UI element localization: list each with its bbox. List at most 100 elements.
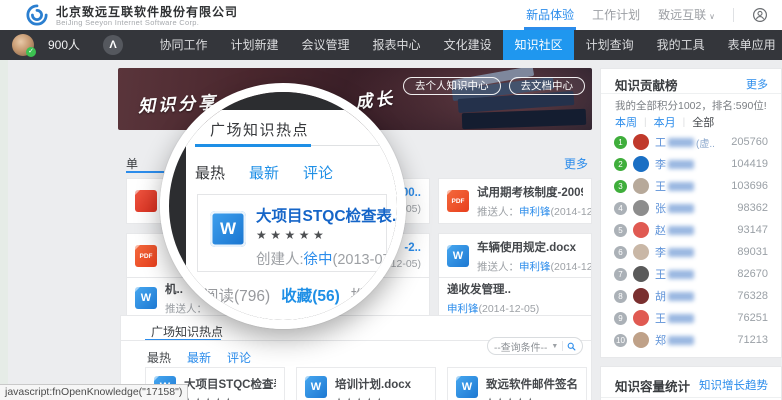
avatar xyxy=(633,288,649,304)
leaderboard-row[interactable]: 10 郑 71213 xyxy=(601,329,781,351)
doc-title[interactable]: 车辆使用规定.docx xyxy=(477,239,583,255)
avatar xyxy=(633,156,649,172)
user-name[interactable]: 工(虚.. xyxy=(655,134,725,150)
favorite-count[interactable]: 收藏(56) xyxy=(281,284,340,306)
query-condition-value: --查询条件-- xyxy=(494,339,547,354)
leaderboard-row[interactable]: 9 王 76251 xyxy=(601,307,781,329)
search-icon[interactable] xyxy=(567,341,576,352)
user-name[interactable]: 李 xyxy=(655,244,731,260)
nav-item-plan-query[interactable]: 计划查询 xyxy=(574,30,645,60)
leaderboard-row[interactable]: 1 工(虚.. 205760 xyxy=(601,131,781,153)
doc-title[interactable]: 递收发管理.. xyxy=(447,281,583,297)
rank-badge: 9 xyxy=(614,312,627,325)
magnified-doc-card[interactable]: W 大项目STQC检查表.doc ★★★★★ 创建人:徐中(2013-07-30 xyxy=(197,194,387,272)
doc-title[interactable]: 大项目STQC检查表.doc xyxy=(184,376,276,392)
nav-item-knowledge-community[interactable]: 知识社区 xyxy=(503,30,574,60)
main-navbar: ✓ 900人 Λ 协同工作 计划新建 会议管理 报表中心 文化建设 知识社区 计… xyxy=(0,30,782,60)
rank-badge: 5 xyxy=(614,224,627,237)
top-nav: 新品体验 工作计划 致远互联∨ xyxy=(526,0,768,30)
tab-all[interactable]: 全部 xyxy=(692,114,714,130)
online-count[interactable]: 900人 xyxy=(48,30,80,60)
rank-badge: 10 xyxy=(614,334,627,347)
pusher-name[interactable]: 申利锋 xyxy=(519,206,551,218)
score: 76328 xyxy=(737,290,768,302)
user-avatar[interactable]: ✓ xyxy=(12,34,34,56)
knowledge-card[interactable]: 递收发管理.. 申利锋(2014-12-05) xyxy=(438,277,592,319)
blurred-name xyxy=(668,226,694,235)
tab-this-week[interactable]: 本周 xyxy=(615,114,637,130)
doc-title[interactable]: 致远软件邮件签名格式（20... xyxy=(486,376,578,392)
user-name[interactable]: 胡 xyxy=(655,288,731,304)
blurred-name xyxy=(668,160,694,169)
caret-down-icon: ▼ xyxy=(551,343,558,350)
magnifier-overlay: 广场知识热点 最热 最新 评论 W 大项目STQC检查表.doc ★★★★★ 创… xyxy=(160,83,406,329)
plaza-doc-card[interactable]: W 致远软件邮件签名格式（20... ★★★★★ xyxy=(447,367,587,400)
leaderboard-more-link[interactable]: 更多 xyxy=(746,76,768,92)
mid-section-tab[interactable]: 单 xyxy=(126,155,138,172)
mid-more-link[interactable]: 更多 xyxy=(564,155,588,172)
user-name[interactable]: 王 xyxy=(655,178,725,194)
nav-item-form-app[interactable]: 表单应用 xyxy=(716,30,782,60)
doc-stars: ★★★★★ xyxy=(256,228,327,242)
leaderboard-row[interactable]: 6 李 89031 xyxy=(601,241,781,263)
tab-newest[interactable]: 最新 xyxy=(249,162,279,183)
score: 89031 xyxy=(737,246,768,258)
doc-title[interactable]: 大项目STQC检查表.doc xyxy=(256,204,397,226)
top-nav-work-plan[interactable]: 工作计划 xyxy=(592,0,640,30)
user-name[interactable]: 赵 xyxy=(655,222,731,238)
company-name-en: BeiJing Seeyon Internet Software Corp. xyxy=(56,18,199,27)
knowledge-card[interactable]: W 车辆使用规定.docx 推送人：申利锋(2014-12-05) xyxy=(438,233,592,279)
tab-newest[interactable]: 最新 xyxy=(187,349,211,366)
query-condition-select[interactable]: --查询条件-- ▼ xyxy=(487,337,583,355)
score: 93147 xyxy=(737,224,768,236)
leaderboard-row[interactable]: 2 李 104419 xyxy=(601,153,781,175)
nav-item-collaboration[interactable]: 协同工作 xyxy=(148,30,219,60)
knowledge-card[interactable]: PDF 试用期考核制度-2009年.. 推送人：申利锋(2014-12-05) xyxy=(438,178,592,224)
top-nav-new-experience[interactable]: 新品体验 xyxy=(526,0,574,30)
blurred-name xyxy=(668,138,694,147)
online-check-icon: ✓ xyxy=(26,47,36,57)
leaderboard-row[interactable]: 8 胡 76328 xyxy=(601,285,781,307)
doc-title[interactable]: 试用期考核制度-2009年.. xyxy=(477,184,583,200)
pusher-line: 推送人：申利锋(2014-12-05) xyxy=(477,259,583,274)
nav-item-plan-new[interactable]: 计划新建 xyxy=(219,30,290,60)
user-name[interactable]: 郑 xyxy=(655,332,731,348)
leaderboard-row[interactable]: 4 张 98362 xyxy=(601,197,781,219)
nav-item-meeting[interactable]: 会议管理 xyxy=(290,30,361,60)
nav-item-my-tools[interactable]: 我的工具 xyxy=(645,30,716,60)
leaderboard-row[interactable]: 7 王 82670 xyxy=(601,263,781,285)
nav-item-culture[interactable]: 文化建设 xyxy=(432,30,503,60)
tab-hottest[interactable]: 最热 xyxy=(195,162,225,183)
personal-knowledge-center-button[interactable]: 去个人知识中心 xyxy=(403,77,501,95)
user-name[interactable]: 张 xyxy=(655,200,731,216)
growth-trend-link[interactable]: 知识增长趋势 xyxy=(699,377,768,393)
knowledge-contribution-panel: 知识贡献榜 更多 我的全部积分1002，排名:590位! 本周 | 本月 | 全… xyxy=(600,68,782,358)
tab-hottest[interactable]: 最热 xyxy=(147,349,171,366)
user-name[interactable]: 李 xyxy=(655,156,725,172)
doc-stars: ★★★★★ xyxy=(335,396,427,400)
nav-item-report-center[interactable]: 报表中心 xyxy=(361,30,432,60)
doc-stars: ★★★★★ xyxy=(184,396,276,400)
pusher-name[interactable]: 申利锋 xyxy=(447,303,479,315)
pusher-name[interactable]: 申利锋 xyxy=(519,261,551,273)
tab-this-month[interactable]: 本月 xyxy=(654,114,676,130)
doc-title[interactable]: 培训计划.docx xyxy=(335,376,427,392)
tab-comments[interactable]: 评论 xyxy=(227,349,251,366)
user-name[interactable]: 王 xyxy=(655,266,731,282)
leaderboard-row[interactable]: 3 王 103696 xyxy=(601,175,781,197)
app-mark-icon[interactable]: Λ xyxy=(103,35,123,55)
user-name[interactable]: 王 xyxy=(655,310,731,326)
creator-name[interactable]: 徐中 xyxy=(304,252,333,268)
word-file-icon: W xyxy=(447,245,469,267)
pusher-line: 推送人：申利锋(2014-12-05) xyxy=(477,204,583,219)
rank-badge: 2 xyxy=(614,158,627,171)
nav-items: 协同工作 计划新建 会议管理 报表中心 文化建设 知识社区 计划查询 我的工具 … xyxy=(148,30,782,60)
document-center-button[interactable]: 去文档中心 xyxy=(509,77,586,95)
profile-icon[interactable] xyxy=(752,7,768,23)
magnifier-content: 广场知识热点 最热 最新 评论 W 大项目STQC检查表.doc ★★★★★ 创… xyxy=(169,92,397,320)
plaza-doc-card[interactable]: W 培训计划.docx ★★★★★ xyxy=(296,367,436,400)
recommend-label: 推荐 xyxy=(351,284,382,306)
leaderboard-row[interactable]: 5 赵 93147 xyxy=(601,219,781,241)
top-nav-seeyon[interactable]: 致远互联∨ xyxy=(658,0,715,30)
tab-comments[interactable]: 评论 xyxy=(303,162,333,183)
